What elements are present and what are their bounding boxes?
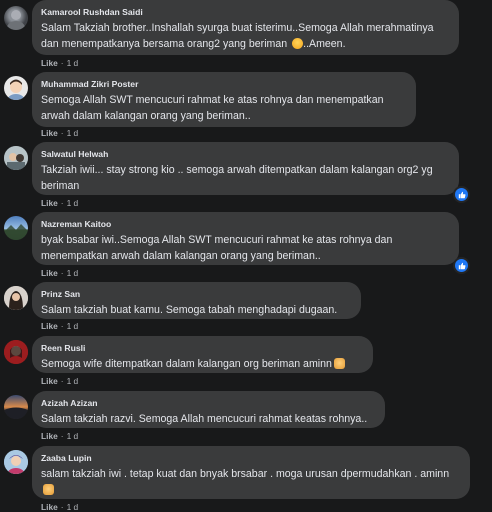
timestamp[interactable]: 1 d (67, 321, 79, 331)
comment-author[interactable]: Azizah Azizan (41, 397, 374, 409)
avatar[interactable] (4, 216, 28, 240)
avatar[interactable] (4, 76, 28, 100)
comment-bubble: Reen Rusli Semoga wife ditempatkan dalam… (32, 336, 373, 373)
avatar[interactable] (4, 286, 28, 310)
comment-actions: Like · 1 d (41, 431, 79, 441)
like-button[interactable]: Like (41, 198, 58, 208)
timestamp[interactable]: 1 d (67, 128, 79, 138)
comment-text: salam takziah iwi . tetap kuat dan bnyak… (41, 466, 459, 498)
comment-actions: Like · 1 d (41, 376, 79, 386)
like-button[interactable]: Like (41, 431, 58, 441)
avatar[interactable] (4, 146, 28, 170)
timestamp[interactable]: 1 d (67, 268, 79, 278)
comment-bubble: Salwatul Helwah Takziah iwii... stay str… (32, 142, 459, 195)
like-reaction-icon[interactable] (453, 257, 470, 274)
comment-actions: Like · 1 d (41, 268, 79, 278)
comment-text: Takziah iwii... stay strong kio .. semog… (41, 164, 433, 192)
comment-bubble: Nazreman Kaitoo byak bsabar iwi..Semoga … (32, 212, 459, 265)
comment-text: Salam Takziah brother..Inshallah syurga … (41, 22, 434, 50)
like-button[interactable]: Like (41, 376, 58, 386)
timestamp[interactable]: 1 d (67, 198, 79, 208)
crying-face-emoji (292, 38, 304, 49)
comment-text: Salam takziah buat kamu. Semoga tabah me… (41, 304, 338, 316)
comment-author[interactable]: Prinz San (41, 288, 350, 300)
like-button[interactable]: Like (41, 502, 58, 512)
comment-author[interactable]: Muhammad Zikri Poster (41, 78, 405, 90)
avatar[interactable] (4, 450, 28, 474)
avatar[interactable] (4, 340, 28, 364)
like-button[interactable]: Like (41, 321, 58, 331)
praying-hands-emoji (333, 358, 345, 369)
timestamp[interactable]: 1 d (67, 376, 79, 386)
avatar[interactable] (4, 6, 28, 30)
like-button[interactable]: Like (41, 128, 58, 138)
comment-actions: Like · 1 d (41, 198, 79, 208)
comment-author[interactable]: Zaaba Lupin (41, 452, 459, 464)
comment-text: Semoga wife ditempatkan dalam kalangan o… (41, 356, 362, 372)
like-button[interactable]: Like (41, 268, 58, 278)
comment-text: Semoga Allah SWT mencucuri rahmat ke ata… (41, 94, 384, 122)
timestamp[interactable]: 1 d (67, 58, 79, 68)
comment-author[interactable]: Nazreman Kaitoo (41, 218, 448, 230)
comment-bubble: Muhammad Zikri Poster Semoga Allah SWT m… (32, 72, 416, 127)
timestamp[interactable]: 1 d (67, 431, 79, 441)
comment-bubble: Kamarool Rushdan Saidi Salam Takziah bro… (32, 0, 459, 55)
comment-author[interactable]: Kamarool Rushdan Saidi (41, 6, 448, 18)
comment-author[interactable]: Reen Rusli (41, 342, 362, 354)
avatar[interactable] (4, 395, 28, 419)
like-button[interactable]: Like (41, 58, 58, 68)
comment-actions: Like · 1 d (41, 502, 79, 512)
comment-actions: Like · 1 d (41, 58, 79, 68)
comment-text: byak bsabar iwi..Semoga Allah SWT mencuc… (41, 234, 393, 262)
comment-actions: Like · 1 d (41, 321, 79, 331)
comment-actions: Like · 1 d (41, 128, 79, 138)
comment-bubble: Zaaba Lupin salam takziah iwi . tetap ku… (32, 446, 470, 499)
comment-bubble: Prinz San Salam takziah buat kamu. Semog… (32, 282, 361, 319)
timestamp[interactable]: 1 d (67, 502, 79, 512)
comment-author[interactable]: Salwatul Helwah (41, 148, 448, 160)
praying-hands-emoji (43, 484, 54, 495)
comment-text: Salam takziah razvi. Semoga Allah mencuc… (41, 413, 368, 425)
comment-bubble: Azizah Azizan Salam takziah razvi. Semog… (32, 391, 385, 428)
like-reaction-icon[interactable] (453, 186, 470, 203)
